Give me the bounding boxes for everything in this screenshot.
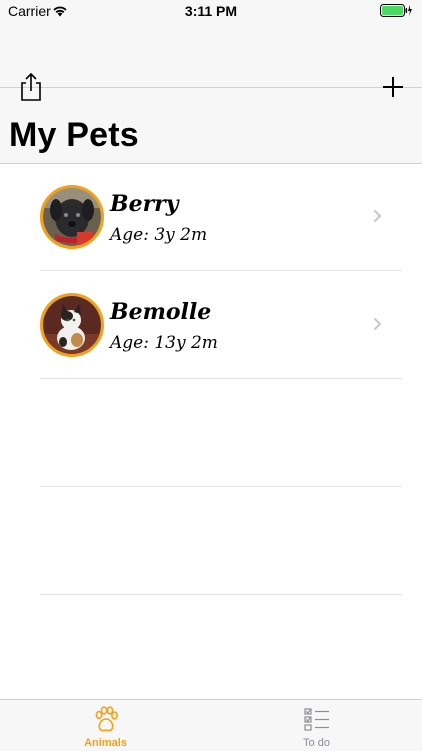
add-pet-button[interactable] <box>382 76 404 98</box>
tab-label: To do <box>303 737 330 749</box>
checklist-icon <box>303 706 331 739</box>
chevron-right-icon <box>373 209 382 228</box>
status-bar: Carrier 3:11 PM <box>0 0 422 22</box>
battery-icon <box>380 4 412 22</box>
pet-name: Berry <box>110 191 179 217</box>
tab-label: Animals <box>84 737 127 749</box>
pet-avatar <box>40 293 104 357</box>
row-separator <box>40 378 402 379</box>
pet-row-bemolle[interactable]: Bemolle Age: 13y 2m <box>40 271 402 379</box>
page-title: My Pets <box>9 116 139 154</box>
clock-time: 3:11 PM <box>184 3 238 19</box>
tab-animals[interactable]: Animals <box>0 700 211 751</box>
pet-avatar <box>40 185 104 249</box>
chevron-right-icon <box>373 317 382 336</box>
share-icon <box>21 72 41 101</box>
row-separator <box>40 486 402 487</box>
tab-bar: Animals To do <box>0 699 422 751</box>
pet-age: Age: 13y 2m <box>110 333 218 353</box>
plus-icon <box>383 77 403 97</box>
pet-age: Age: 3y 2m <box>110 225 208 245</box>
share-button[interactable] <box>18 72 44 106</box>
row-separator <box>40 594 402 595</box>
pet-name: Bemolle <box>110 299 212 325</box>
paw-icon <box>93 706 119 739</box>
tab-todo[interactable]: To do <box>211 700 422 751</box>
pet-row-berry[interactable]: Berry Age: 3y 2m <box>40 163 402 271</box>
nav-divider <box>0 87 422 88</box>
